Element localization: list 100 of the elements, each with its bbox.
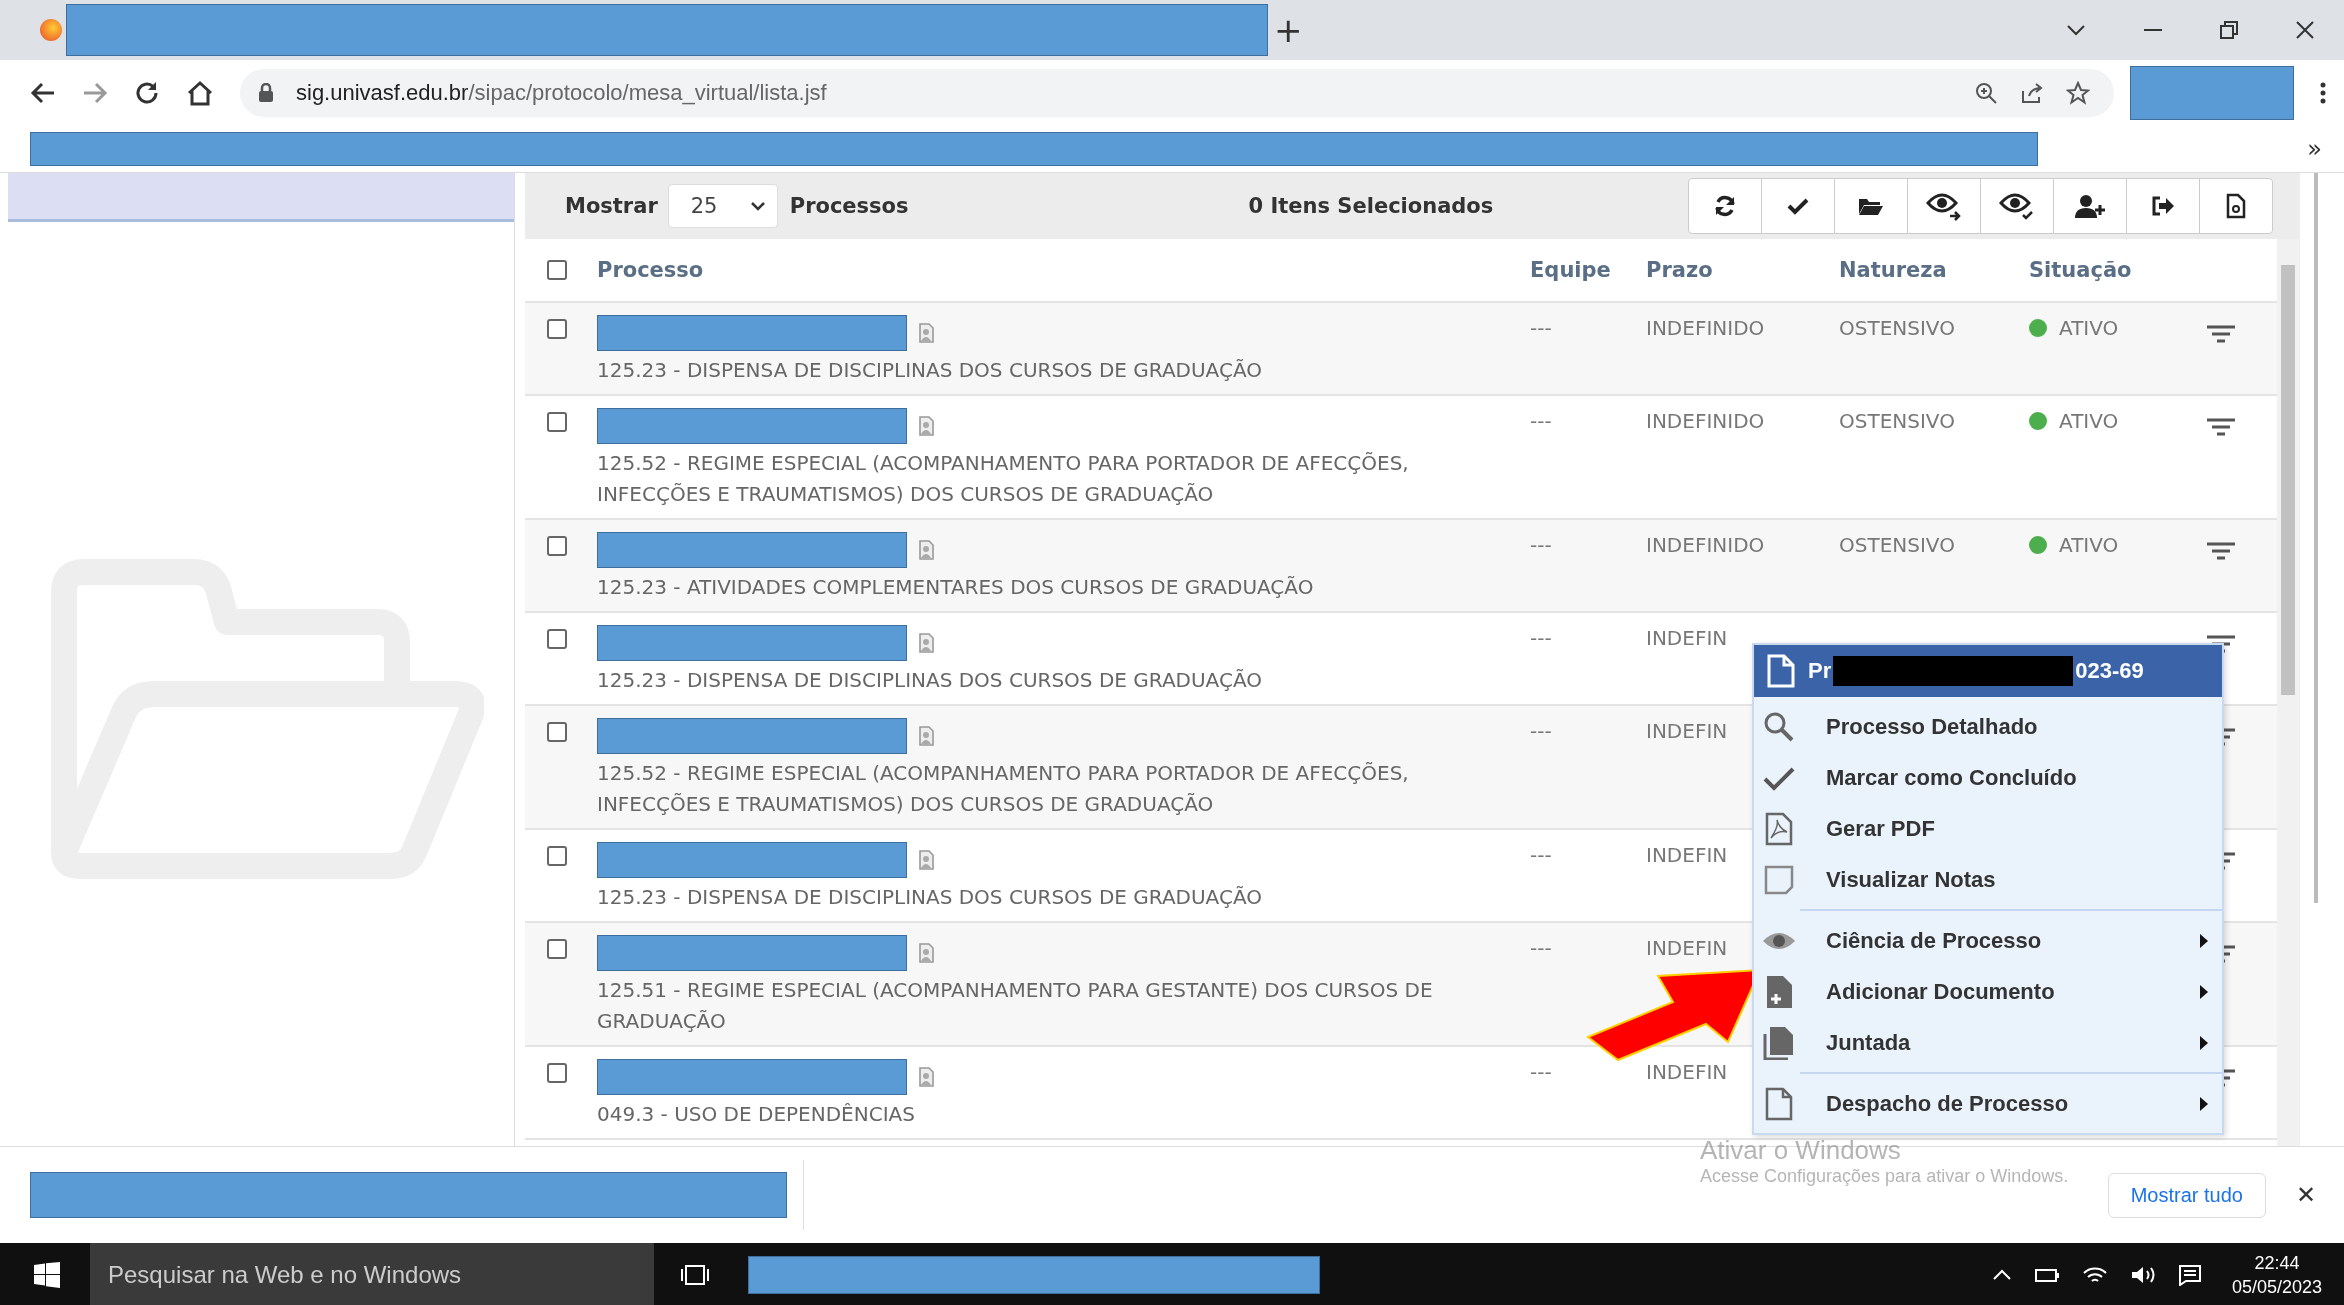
favicon-icon (40, 19, 62, 41)
deadline-cell: INDEFIN (1646, 935, 1728, 961)
show-all-button[interactable]: Mostrar tudo (2107, 1172, 2266, 1218)
filter-icon[interactable] (2207, 542, 2235, 560)
team-cell: --- (1530, 315, 1552, 341)
refresh-icon (1713, 194, 1737, 218)
star-icon[interactable] (2066, 80, 2090, 105)
restore-icon[interactable] (2220, 21, 2238, 39)
documents-icon (1762, 1025, 1796, 1060)
notification-icon[interactable] (2177, 1263, 2202, 1286)
team-cell: --- (1530, 718, 1552, 744)
filter-icon[interactable] (2207, 418, 2235, 436)
status-label: ATIVO (2059, 532, 2119, 558)
activation-title: Ativar o Windows (1700, 1136, 1901, 1164)
menu-item[interactable]: Juntada (1754, 1017, 2222, 1068)
clock-time[interactable]: 22:44 (2254, 1250, 2300, 1275)
zoom-icon[interactable] (1974, 80, 1998, 105)
column-header[interactable]: Situação (2029, 258, 2207, 282)
caret-icon (2200, 933, 2208, 948)
row-checkbox[interactable] (547, 1063, 567, 1083)
team-cell: --- (1530, 842, 1552, 868)
clock-date[interactable]: 05/05/2023 (2231, 1274, 2322, 1299)
sign-out-icon (2151, 196, 2175, 216)
forward-icon[interactable] (82, 80, 108, 105)
filter-icon[interactable] (2207, 325, 2235, 343)
process-subject: 125.52 - REGIME ESPECIAL (ACOMPANHAMENTO PARA PORTADOR DE AFECÇÕES, INFECÇÕES E TRAUMATISMOS) DOS CURSOS DE GRADUAÇÃO (597, 450, 1410, 508)
page-size-select[interactable]: 25 (667, 184, 778, 228)
team-cell: --- (1530, 1059, 1552, 1085)
task-view-icon[interactable] (680, 1262, 710, 1287)
row-checkbox[interactable] (547, 939, 567, 959)
home-icon[interactable] (186, 79, 214, 106)
menu-title: 023-69 (2075, 658, 2144, 684)
chevron-up-icon[interactable] (1991, 1268, 2012, 1281)
eye-check-icon (1999, 191, 2035, 221)
taskbar-search-field[interactable]: Pesquisar na Web e no Windows (90, 1243, 654, 1305)
add-user-icon (2075, 194, 2105, 218)
selected-count: 0 Itens Selecionados (1248, 194, 1494, 218)
select-all-checkbox[interactable] (547, 260, 567, 280)
status-label: ATIVO (2059, 315, 2119, 341)
row-checkbox[interactable] (547, 412, 567, 432)
menu-item[interactable]: Despacho de Processo (1754, 1078, 2222, 1129)
process-subject: 125.23 - DISPENSA DE DISCIPLINAS DOS CURSOS DE GRADUAÇÃO (597, 884, 1263, 911)
deadline-cell: INDEFIN (1646, 718, 1728, 744)
document-icon (2226, 193, 2246, 219)
column-header[interactable]: Prazo (1646, 258, 1839, 282)
eye-arrow-icon (1926, 191, 1962, 221)
process-subject: 125.51 - REGIME ESPECIAL (ACOMPANHAMENTO PARA GESTANTE) DOS CURSOS DE GRADUAÇÃO (597, 977, 1434, 1035)
folder-icon (1858, 196, 1884, 216)
address-field[interactable]: sig.univasf.edu.br/sipac/protocolo/mesa_virtual/lista.jsf (240, 68, 2114, 117)
deadline-cell: INDEFINIDO (1646, 408, 1765, 434)
lock-icon (258, 82, 274, 103)
menu-header[interactable]: Pr 023-69 (1754, 645, 2222, 697)
menu-title: Pr (1808, 658, 1832, 684)
items-label: Processos (789, 194, 909, 218)
checkmark-icon (1787, 197, 1809, 215)
column-header[interactable]: Processo (597, 258, 1530, 282)
column-header[interactable]: Natureza (1839, 258, 2029, 282)
caret-icon (2200, 1096, 2208, 1111)
process-subject: 125.23 - DISPENSA DE DISCIPLINAS DOS CURSOS DE GRADUAÇÃO (597, 667, 1263, 694)
deadline-cell: INDEFINIDO (1646, 532, 1765, 558)
more-bookmarks-button[interactable]: » (2307, 134, 2322, 163)
team-cell: --- (1530, 935, 1552, 961)
row-checkbox[interactable] (547, 536, 567, 556)
caret-icon (2200, 1035, 2208, 1050)
close-button[interactable]: ✕ (2295, 1181, 2316, 1209)
process-subject: 125.23 - DISPENSA DE DISCIPLINAS DOS CURSOS DE GRADUAÇÃO (597, 357, 1263, 384)
show-label: Mostrar (565, 194, 658, 218)
caret-icon (2200, 984, 2208, 999)
document-icon (1766, 654, 1796, 688)
row-checkbox[interactable] (547, 846, 567, 866)
process-subject: 125.23 - ATIVIDADES COMPLEMENTARES DOS CURSOS DE GRADUAÇÃO (597, 574, 1315, 601)
kebab-menu-icon[interactable] (2320, 81, 2326, 104)
back-icon[interactable] (30, 80, 56, 105)
team-cell: --- (1530, 408, 1552, 434)
nature-cell: OSTENSIVO (1839, 408, 1955, 434)
menu-item[interactable]: Processo Detalhado (1754, 701, 2222, 752)
caret-icon (750, 201, 765, 211)
share-icon[interactable] (2020, 80, 2044, 105)
menu-item[interactable]: Gerar PDF (1754, 803, 2222, 854)
chevron-down-icon[interactable] (2066, 24, 2086, 36)
row-checkbox[interactable] (547, 629, 567, 649)
deadline-cell: INDEFIN (1646, 1059, 1728, 1085)
scrollbar[interactable] (2277, 239, 2299, 1146)
windows-logo-icon[interactable] (34, 1261, 60, 1288)
team-cell: --- (1530, 625, 1552, 651)
menu-item[interactable]: Marcar como Concluído (1754, 752, 2222, 803)
close-icon[interactable] (2296, 21, 2314, 39)
menu-item[interactable]: Visualizar Notas (1754, 854, 2222, 905)
row-checkbox[interactable] (547, 319, 567, 339)
new-tab-button[interactable]: + (1274, 10, 1303, 50)
status-label: ATIVO (2059, 408, 2119, 434)
deadline-cell: INDEFIN (1646, 842, 1728, 868)
nature-cell: OSTENSIVO (1839, 532, 1955, 558)
menu-item[interactable]: Adicionar Documento (1754, 966, 2222, 1017)
deadline-cell: INDEFIN (1646, 625, 1728, 651)
activation-text: Acesse Configurações para ativar o Windows. (1700, 1165, 2069, 1188)
menu-item[interactable]: Ciência de Processo (1754, 915, 2222, 966)
column-header[interactable]: Equipe (1530, 258, 1646, 282)
nature-cell: OSTENSIVO (1839, 315, 1955, 341)
row-checkbox[interactable] (547, 722, 567, 742)
